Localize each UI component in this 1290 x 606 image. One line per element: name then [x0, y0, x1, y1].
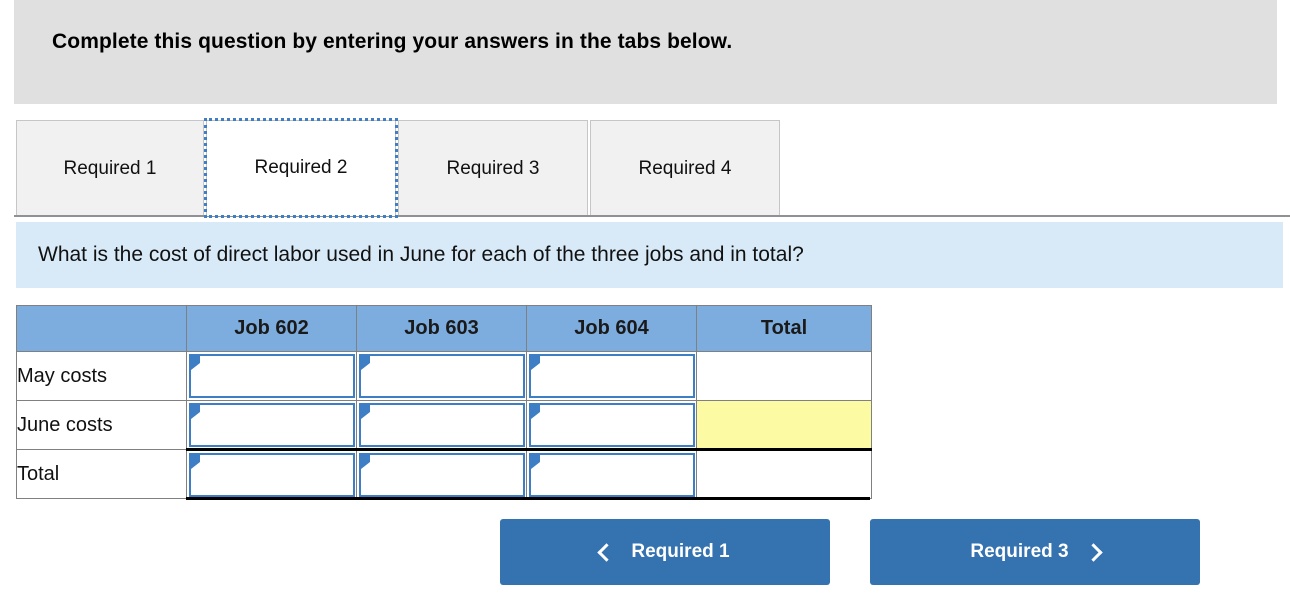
cell-june-job-604[interactable]: [526, 400, 697, 450]
cell-june-job-602[interactable]: [186, 400, 357, 450]
prev-required-button[interactable]: Required 1: [500, 519, 830, 585]
cell-marker-icon: [190, 356, 200, 370]
cell-total-job-604[interactable]: [526, 448, 697, 499]
table-header-corner: [16, 305, 187, 352]
table-header-row: Job 602 Job 603 Job 604 Total: [16, 305, 872, 352]
table-header-job-604: Job 604: [526, 305, 697, 352]
input-shell: [188, 402, 355, 447]
table-header-total: Total: [696, 305, 872, 352]
row-label-total: Total: [16, 449, 187, 499]
tab-label: Required 4: [638, 157, 732, 179]
table-header-job-602: Job 602: [186, 305, 357, 352]
prev-button-label: Required 1: [631, 541, 730, 562]
next-required-button[interactable]: Required 3: [870, 519, 1200, 585]
question-banner: What is the cost of direct labor used in…: [16, 222, 1283, 288]
input-shell: [358, 402, 525, 447]
cell-total-job-602[interactable]: [186, 448, 357, 499]
input-may-job-603[interactable]: [370, 356, 521, 396]
cell-total-job-603[interactable]: [356, 448, 527, 499]
instruction-text: Complete this question by entering your …: [52, 30, 733, 53]
next-button-label: Required 3: [970, 541, 1069, 562]
answer-table: Job 602 Job 603 Job 604 Total May costs: [16, 305, 872, 499]
input-may-job-602[interactable]: [200, 356, 351, 396]
tab-label: Required 2: [254, 157, 348, 178]
worksheet-page: Complete this question by entering your …: [0, 0, 1290, 606]
instruction-banner: Complete this question by entering your …: [14, 0, 1277, 104]
cell-may-job-604[interactable]: [526, 351, 697, 401]
row-label-may-costs: May costs: [16, 351, 187, 401]
navigation-row: Required 1 Required 3: [500, 519, 1200, 585]
input-total-job-602[interactable]: [200, 454, 351, 495]
tab-required-1[interactable]: Required 1: [16, 120, 204, 216]
question-text: What is the cost of direct labor used in…: [38, 243, 804, 266]
table-row: May costs: [16, 351, 872, 401]
tab-label: Required 1: [63, 157, 157, 179]
input-may-job-604[interactable]: [540, 356, 691, 396]
cell-total-total: [696, 448, 872, 499]
tab-required-2[interactable]: Required 2: [204, 118, 398, 218]
tab-required-3[interactable]: Required 3: [398, 120, 588, 216]
chevron-left-icon: [597, 542, 617, 562]
cell-june-job-603[interactable]: [356, 400, 527, 450]
cell-marker-icon: [530, 356, 540, 370]
input-total-job-604[interactable]: [540, 454, 691, 495]
cell-marker-icon: [530, 454, 540, 469]
input-shell: [188, 452, 355, 497]
cell-may-job-603[interactable]: [356, 351, 527, 401]
cell-june-total: [696, 400, 872, 450]
input-shell: [358, 452, 525, 497]
table-row: June costs: [16, 400, 872, 450]
input-june-job-603[interactable]: [370, 404, 521, 445]
input-shell: [528, 452, 695, 497]
cell-marker-icon: [190, 404, 200, 419]
cell-may-job-602[interactable]: [186, 351, 357, 401]
input-shell: [188, 354, 355, 398]
cell-marker-icon: [360, 454, 370, 469]
input-total-job-603[interactable]: [370, 454, 521, 495]
cell-marker-icon: [190, 454, 200, 469]
table-header-job-603: Job 603: [356, 305, 527, 352]
cell-may-total: [696, 351, 872, 401]
tab-label: Required 3: [446, 157, 540, 179]
input-shell: [358, 354, 525, 398]
table-row: Total: [16, 448, 872, 499]
tab-strip: Required 1 Required 2 Required 3 Require…: [16, 118, 780, 218]
cell-marker-icon: [360, 404, 370, 419]
input-june-job-604[interactable]: [540, 404, 691, 445]
table-bottom-rule: [186, 497, 870, 500]
chevron-right-icon: [1083, 542, 1103, 562]
row-label-june-costs: June costs: [16, 400, 187, 450]
input-june-job-602[interactable]: [200, 404, 351, 445]
input-shell: [528, 354, 695, 398]
tab-required-4[interactable]: Required 4: [590, 120, 780, 216]
input-shell: [528, 402, 695, 447]
cell-marker-icon: [360, 356, 370, 370]
cell-marker-icon: [530, 404, 540, 419]
